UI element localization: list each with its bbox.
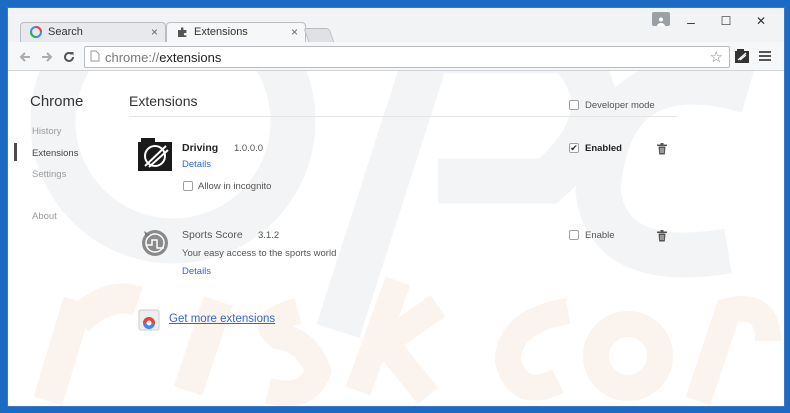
close-tab-icon[interactable]: × xyxy=(151,25,158,39)
get-more-extensions-link[interactable]: Get more extensions xyxy=(169,313,275,325)
browser-window: Search × Extensions × – ☐ ✕ chrome:// ex… xyxy=(7,7,785,407)
new-tab-button[interactable] xyxy=(303,28,335,43)
close-window-button[interactable]: ✕ xyxy=(751,14,771,28)
sidebar-title: Chrome xyxy=(30,93,84,110)
close-tab-icon[interactable]: × xyxy=(291,25,298,39)
header-divider xyxy=(129,116,677,117)
profile-icon[interactable] xyxy=(652,12,670,26)
page-title: Extensions xyxy=(129,93,198,109)
minimize-button[interactable]: – xyxy=(681,14,701,30)
sidebar-item-extensions[interactable]: Extensions xyxy=(32,148,78,159)
menu-icon[interactable] xyxy=(758,49,772,63)
extensions-page: Chrome History Extensions Settings About… xyxy=(8,71,784,406)
extension-toolbar-icon[interactable] xyxy=(734,48,750,64)
extension-name-driving: Driving xyxy=(182,142,219,154)
tab-search[interactable]: Search × xyxy=(20,22,166,42)
chrome-web-store-icon[interactable] xyxy=(138,309,160,331)
details-link-driving[interactable]: Details xyxy=(182,159,211,170)
back-arrow-icon[interactable] xyxy=(16,48,34,66)
driving-extension-icon xyxy=(136,136,174,172)
tab-label: Extensions xyxy=(194,26,248,38)
enabled-label-driving: Enabled xyxy=(585,143,622,154)
details-link-sports-score[interactable]: Details xyxy=(182,266,211,277)
reload-icon[interactable] xyxy=(60,48,78,66)
forward-arrow-icon[interactable] xyxy=(38,48,56,66)
developer-mode-checkbox[interactable] xyxy=(569,100,579,110)
allow-incognito-checkbox[interactable] xyxy=(183,181,193,191)
sidebar-item-history[interactable]: History xyxy=(32,126,62,137)
extension-name-sports-score: Sports Score xyxy=(182,229,243,241)
screenshot-frame: Search × Extensions × – ☐ ✕ chrome:// ex… xyxy=(0,0,790,413)
maximize-button[interactable]: ☐ xyxy=(716,14,736,28)
enable-checkbox-sports-score[interactable] xyxy=(569,230,579,240)
sidebar-selection-indicator xyxy=(14,143,17,161)
enabled-checkbox-driving[interactable]: ✔ xyxy=(569,143,579,153)
bookmark-star-icon[interactable]: ☆ xyxy=(710,48,723,66)
trash-icon[interactable] xyxy=(656,229,668,242)
extension-description-sports-score: Your easy access to the sports world xyxy=(182,248,337,259)
title-bar: Search × Extensions × – ☐ ✕ xyxy=(8,8,784,43)
url-scheme: chrome:// xyxy=(105,49,160,65)
tab-extensions[interactable]: Extensions × xyxy=(166,22,306,42)
allow-incognito-label: Allow in incognito xyxy=(198,181,272,192)
toolbar: chrome://extensions ☆ xyxy=(8,42,784,71)
address-bar[interactable]: chrome://extensions ☆ xyxy=(84,46,730,68)
sports-score-extension-icon xyxy=(136,223,174,259)
puzzle-icon xyxy=(176,26,188,38)
developer-mode-label: Developer mode xyxy=(585,100,655,111)
url-path: extensions xyxy=(159,49,222,65)
extension-version-driving: 1.0.0.0 xyxy=(234,143,264,154)
sidebar-item-about[interactable]: About xyxy=(32,211,57,222)
google-icon xyxy=(30,26,42,38)
tab-label: Search xyxy=(48,26,83,38)
sidebar-item-settings[interactable]: Settings xyxy=(32,169,66,180)
page-icon xyxy=(90,50,100,65)
trash-icon[interactable] xyxy=(656,142,668,155)
enable-label-sports-score: Enable xyxy=(585,230,615,241)
extension-version-sports-score: 3.1.2 xyxy=(258,230,280,241)
